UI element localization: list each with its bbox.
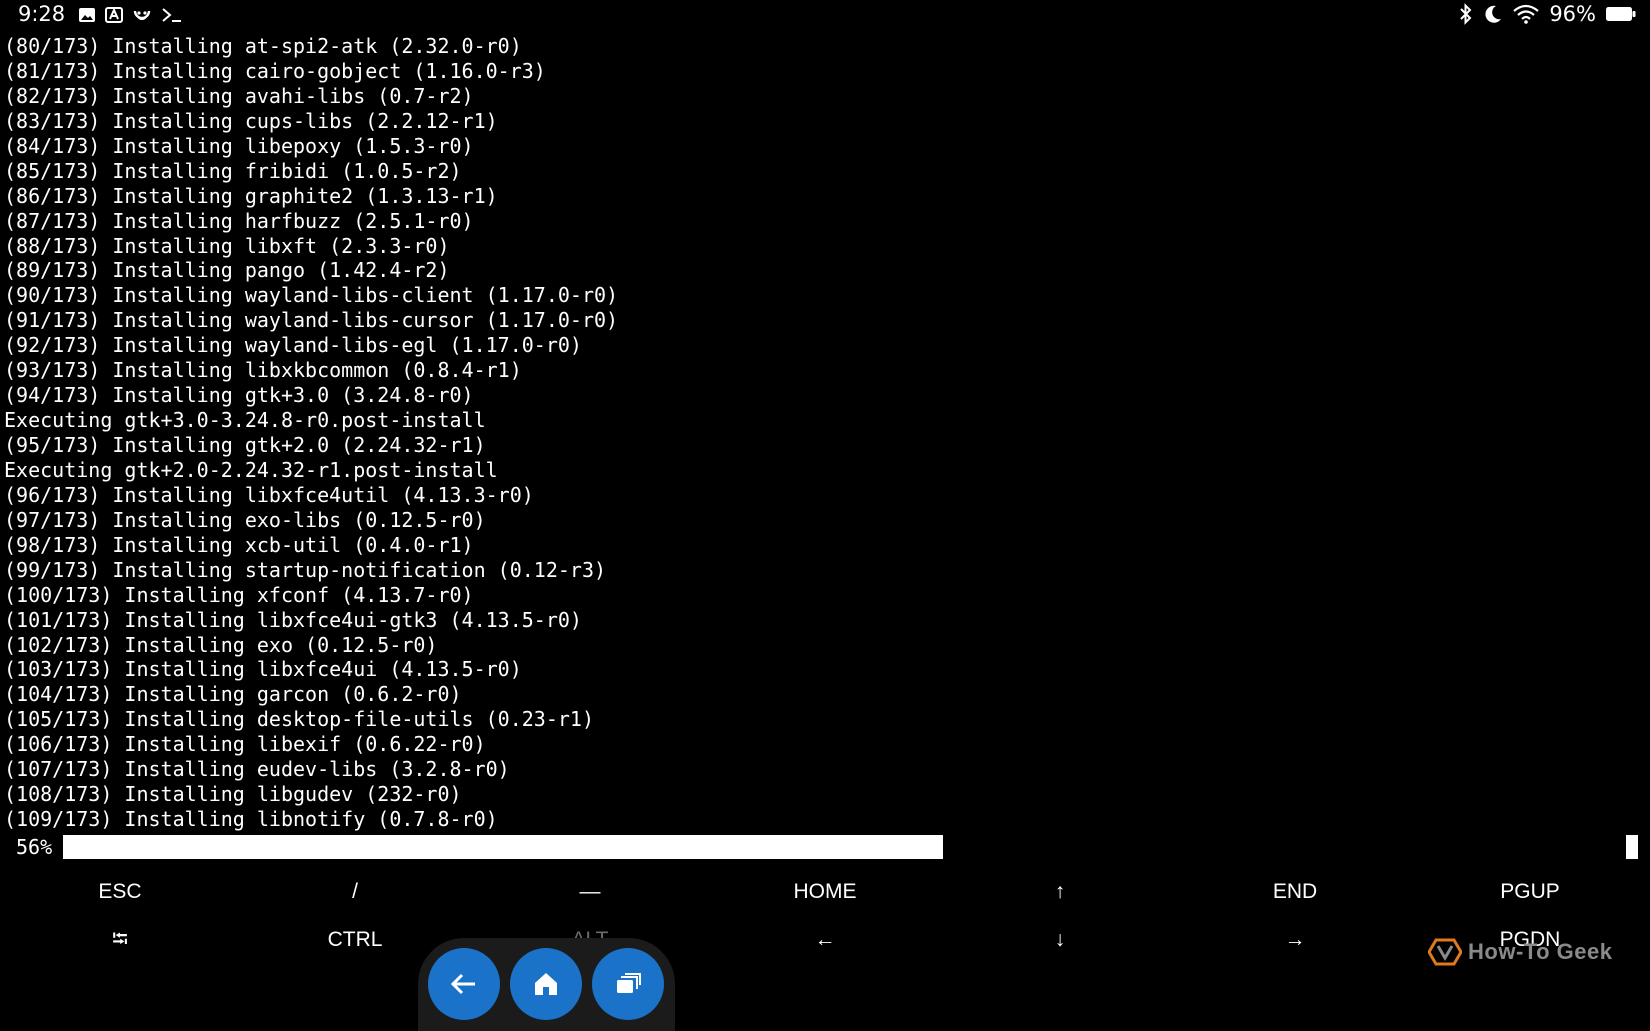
terminal-line: Executing gtk+3.0-3.24.8-r0.post-install xyxy=(4,408,486,433)
progress-bar xyxy=(63,835,943,859)
terminal-line: (86/173) Installing graphite2 (1.3.13-r1… xyxy=(4,183,498,208)
battery-percent: 96% xyxy=(1549,2,1596,26)
install-progress: 56% xyxy=(0,833,1650,861)
terminal-line: (93/173) Installing libxkbcommon (0.8.4-… xyxy=(4,358,522,383)
terminal-line: (87/173) Installing harfbuzz (2.5.1-r0) xyxy=(4,208,474,233)
back-arrow-icon xyxy=(450,973,475,995)
key-arrow-down[interactable]: ↓ xyxy=(995,920,1125,960)
progress-bar-fill xyxy=(63,835,943,859)
terminal-line: (104/173) Installing garcon (0.6.2-r0) xyxy=(4,682,462,707)
terminal-output[interactable]: (80/173) Installing at-spi2-atk (2.32.0-… xyxy=(4,34,1624,834)
terminal-line: (90/173) Installing wayland-libs-client … xyxy=(4,283,619,308)
key-slash[interactable]: / xyxy=(290,872,420,912)
terminal-line: (85/173) Installing fribidi (1.0.5-r2) xyxy=(4,158,462,183)
back-button[interactable] xyxy=(428,948,500,1020)
key-tab[interactable]: ⭾ xyxy=(55,920,185,960)
terminal-line: (84/173) Installing libepoxy (1.5.3-r0) xyxy=(4,133,474,158)
battery-icon xyxy=(1606,7,1636,21)
recent-apps-button[interactable] xyxy=(592,948,664,1020)
terminal-line: (94/173) Installing gtk+3.0 (3.24.8-r0) xyxy=(4,383,474,408)
terminal-line: (106/173) Installing libexif (0.6.22-r0) xyxy=(4,732,486,757)
key-arrow-right[interactable]: → xyxy=(1230,920,1360,960)
terminal-line: (81/173) Installing cairo-gobject (1.16.… xyxy=(4,58,546,83)
terminal-line: Executing gtk+2.0-2.24.32-r1.post-instal… xyxy=(4,457,498,482)
system-status: 96% xyxy=(1459,2,1636,26)
extra-keys-bar: ESC / — HOME ↑ END PGUP ⭾ CTRL ALT ← ↓ →… xyxy=(0,872,1650,972)
home-button[interactable] xyxy=(510,948,582,1020)
key-end[interactable]: END xyxy=(1230,872,1360,912)
terminal-line: (92/173) Installing wayland-libs-egl (1.… xyxy=(4,333,582,358)
terminal-line: (102/173) Installing exo (0.12.5-r0) xyxy=(4,632,438,657)
terminal-line: (83/173) Installing cups-libs (2.2.12-r1… xyxy=(4,108,498,133)
key-dash[interactable]: — xyxy=(525,872,655,912)
text-a-icon xyxy=(105,7,123,23)
status-bar: 9:28 96% xyxy=(0,0,1650,30)
terminal-line: (99/173) Installing startup-notification… xyxy=(4,557,607,582)
wifi-icon xyxy=(1513,4,1540,24)
terminal-icon xyxy=(162,8,181,22)
terminal-cursor xyxy=(1626,835,1638,859)
key-arrow-left[interactable]: ← xyxy=(760,920,890,960)
watermark: How-To Geek xyxy=(1428,938,1612,966)
notification-icons xyxy=(78,5,183,25)
key-ctrl[interactable]: CTRL xyxy=(290,920,420,960)
terminal-line: (96/173) Installing libxfce4util (4.13.3… xyxy=(4,482,534,507)
key-home[interactable]: HOME xyxy=(760,872,890,912)
status-time: 9:28 xyxy=(18,2,66,26)
moon-icon xyxy=(1485,5,1502,23)
terminal-line: (101/173) Installing libxfce4ui-gtk3 (4.… xyxy=(4,607,582,632)
howtogeek-logo-icon xyxy=(1428,938,1462,966)
terminal-line: (89/173) Installing pango (1.42.4-r2) xyxy=(4,258,450,283)
terminal-line: (108/173) Installing libgudev (232-r0) xyxy=(4,782,462,807)
terminal-line: (109/173) Installing libnotify (0.7.8-r0… xyxy=(4,807,498,832)
terminal-line: (82/173) Installing avahi-libs (0.7-r2) xyxy=(4,83,474,108)
terminal-line: (98/173) Installing xcb-util (0.4.0-r1) xyxy=(4,532,474,557)
terminal-line: (95/173) Installing gtk+2.0 (2.24.32-r1) xyxy=(4,433,486,457)
watermark-text: How-To Geek xyxy=(1468,939,1613,964)
key-esc[interactable]: ESC xyxy=(55,872,185,912)
terminal-line: (105/173) Installing desktop-file-utils … xyxy=(4,707,595,732)
home-icon xyxy=(535,973,557,995)
progress-percent: 56% xyxy=(16,835,53,859)
key-pgup[interactable]: PGUP xyxy=(1465,872,1595,912)
navigation-bar xyxy=(418,938,675,1031)
smiley-icon xyxy=(133,10,151,20)
terminal-line: (91/173) Installing wayland-libs-cursor … xyxy=(4,308,619,333)
terminal-line: (100/173) Installing xfconf (4.13.7-r0) xyxy=(4,582,474,607)
recent-apps-icon xyxy=(617,973,641,993)
bluetooth-icon xyxy=(1460,3,1472,25)
image-icon xyxy=(79,8,95,22)
terminal-line: (107/173) Installing eudev-libs (3.2.8-r… xyxy=(4,757,510,782)
terminal-line: (80/173) Installing at-spi2-atk (2.32.0-… xyxy=(4,34,522,58)
terminal-line: (88/173) Installing libxft (2.3.3-r0) xyxy=(4,233,450,258)
terminal-line: (103/173) Installing libxfce4ui (4.13.5-… xyxy=(4,657,522,682)
terminal-line: (97/173) Installing exo-libs (0.12.5-r0) xyxy=(4,507,486,532)
key-arrow-up[interactable]: ↑ xyxy=(995,872,1125,912)
